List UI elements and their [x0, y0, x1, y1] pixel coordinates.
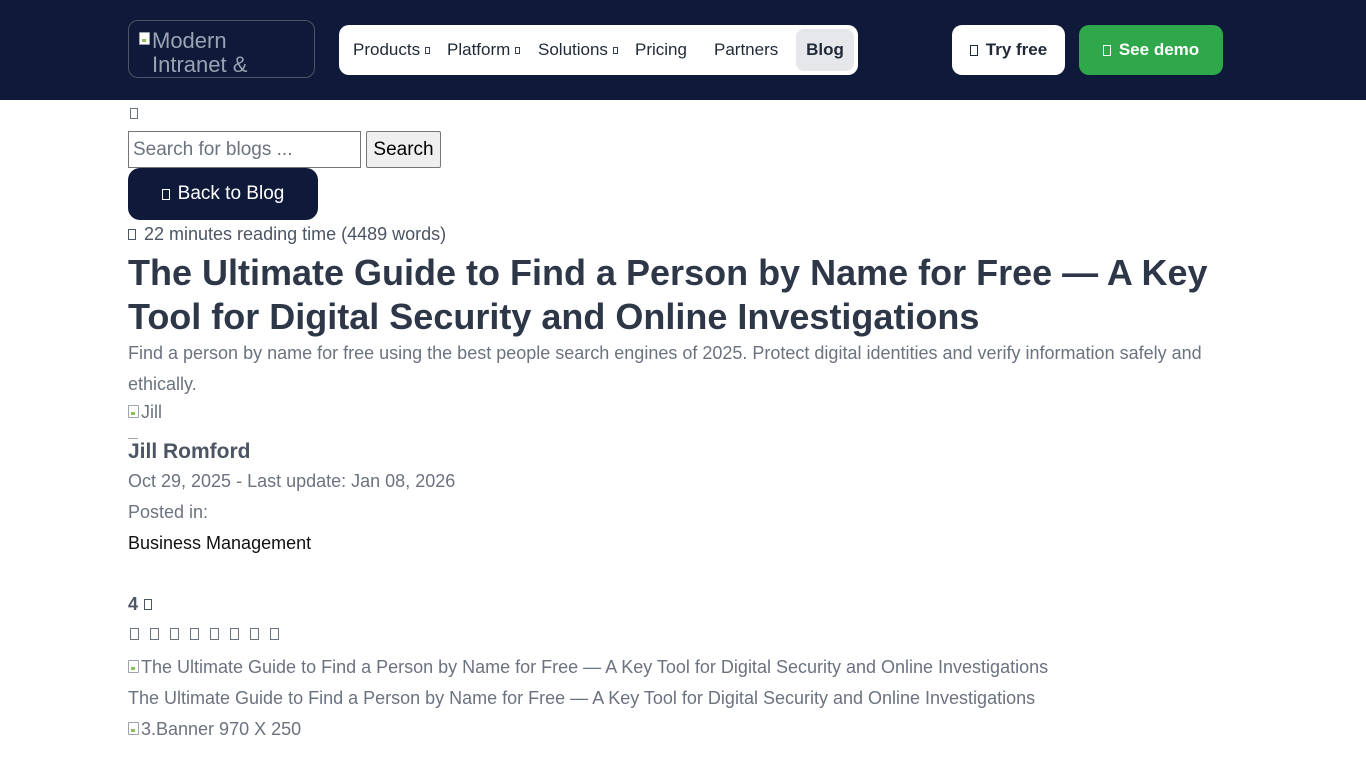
- site-header: Modern Intranet & Products Platform Solu…: [0, 0, 1366, 100]
- share-icon-7[interactable]: [250, 628, 259, 640]
- search-button[interactable]: Search: [366, 131, 441, 168]
- broken-image-icon: [139, 32, 150, 45]
- star-icon[interactable]: [144, 599, 153, 610]
- reading-time: 22 minutes reading time (4489 words): [128, 224, 446, 245]
- article-title: The Ultimate Guide to Find a Person by N…: [128, 252, 1208, 337]
- back-to-blog-label: Back to Blog: [177, 183, 285, 204]
- broken-image-icon: [128, 660, 139, 673]
- hero-image-alt: The Ultimate Guide to Find a Person by N…: [141, 657, 1049, 677]
- share-icon-2[interactable]: [150, 628, 159, 640]
- demo-icon: [1102, 44, 1111, 56]
- nav-solutions[interactable]: Solutions: [538, 25, 618, 75]
- reading-time-text: 22 minutes reading time (4489 words): [144, 224, 447, 244]
- nav-blog[interactable]: Blog: [796, 29, 854, 71]
- hero-caption: The Ultimate Guide to Find a Person by N…: [128, 688, 1036, 708]
- broken-image-icon: [128, 722, 139, 735]
- nav-platform-label: Platform: [447, 40, 511, 59]
- banner-image-alt: 3.Banner 970 X 250: [141, 719, 302, 739]
- hero-image: The Ultimate Guide to Find a Person by N…: [128, 657, 1048, 678]
- main-nav: Products Platform Solutions Pricing Part…: [339, 25, 858, 75]
- publish-dates: Oct 29, 2025 - Last update: Jan 08, 2026: [128, 471, 456, 491]
- nav-pricing-label: Pricing: [635, 40, 687, 59]
- broken-image-icon: [128, 405, 139, 418]
- chevron-down-icon: [425, 46, 431, 54]
- back-to-blog-button[interactable]: Back to Blog: [128, 168, 318, 220]
- share-bar: [130, 628, 279, 640]
- logo-image: Modern Intranet &: [139, 29, 259, 77]
- logo-link[interactable]: Modern Intranet &: [128, 20, 315, 78]
- chevron-down-icon: [515, 46, 521, 54]
- blog-search-input[interactable]: [128, 131, 361, 168]
- share-icon-4[interactable]: [190, 628, 199, 640]
- arrow-left-icon: [161, 188, 170, 200]
- nav-platform[interactable]: Platform: [447, 25, 521, 75]
- try-icon: [969, 44, 978, 56]
- article-subtitle: Find a person by name for free using the…: [128, 343, 1202, 394]
- see-demo-button[interactable]: See demo: [1079, 25, 1223, 75]
- logo-alt-text: Modern Intranet &: [152, 28, 248, 77]
- try-free-button[interactable]: Try free: [952, 25, 1065, 75]
- author-avatar-alt: Jill: [141, 402, 162, 422]
- nav-blog-label: Blog: [806, 40, 844, 59]
- banner-image[interactable]: 3.Banner 970 X 250: [128, 719, 301, 740]
- nav-products-label: Products: [353, 40, 421, 59]
- clock-icon: [128, 229, 136, 240]
- share-icon-8[interactable]: [270, 628, 279, 640]
- nav-solutions-label: Solutions: [538, 40, 608, 59]
- author-avatar: Jill: [128, 402, 162, 423]
- search-toggle-icon[interactable]: [130, 108, 138, 119]
- posted-in-label: Posted in:: [128, 502, 209, 522]
- nav-partners[interactable]: Partners: [714, 25, 778, 75]
- nav-pricing[interactable]: Pricing: [635, 25, 687, 75]
- nav-products[interactable]: Products: [353, 25, 431, 75]
- category-link[interactable]: Business Management: [128, 533, 311, 554]
- rating-value: 4: [128, 594, 139, 614]
- share-icon-3[interactable]: [170, 628, 179, 640]
- nav-partners-label: Partners: [714, 40, 779, 59]
- divider: [128, 438, 138, 439]
- see-demo-label: See demo: [1118, 40, 1200, 59]
- rating: 4: [128, 594, 153, 615]
- try-free-label: Try free: [985, 40, 1048, 59]
- chevron-down-icon: [612, 46, 618, 54]
- share-icon-5[interactable]: [210, 628, 219, 640]
- author-name[interactable]: Jill Romford: [128, 440, 251, 464]
- share-icon-6[interactable]: [230, 628, 239, 640]
- share-icon-1[interactable]: [130, 628, 139, 640]
